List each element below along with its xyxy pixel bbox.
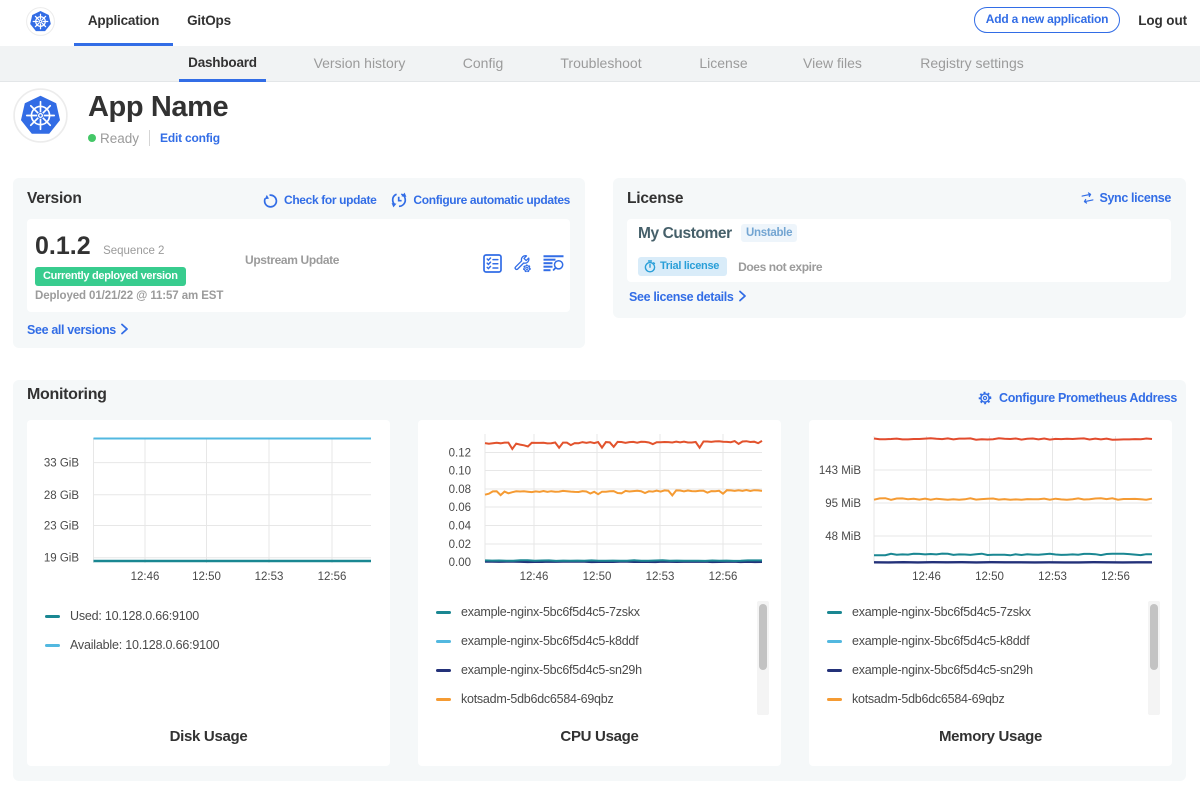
svg-text:12:53: 12:53 <box>255 571 284 583</box>
svg-text:12:53: 12:53 <box>646 571 675 583</box>
svg-text:0.10: 0.10 <box>449 466 471 478</box>
svg-text:12:50: 12:50 <box>583 571 612 583</box>
svg-text:28 GiB: 28 GiB <box>44 490 79 502</box>
svg-text:0.12: 0.12 <box>449 448 471 460</box>
svg-text:12:56: 12:56 <box>709 571 738 583</box>
svg-text:12:50: 12:50 <box>192 571 221 583</box>
svg-text:12:53: 12:53 <box>1038 571 1067 583</box>
svg-text:0.00: 0.00 <box>449 557 471 569</box>
svg-text:48 MiB: 48 MiB <box>825 531 861 543</box>
svg-text:12:46: 12:46 <box>520 571 549 583</box>
svg-text:33 GiB: 33 GiB <box>44 458 79 470</box>
svg-text:23 GiB: 23 GiB <box>44 521 79 533</box>
svg-text:12:56: 12:56 <box>1101 571 1130 583</box>
svg-text:0.02: 0.02 <box>449 539 471 551</box>
svg-text:12:46: 12:46 <box>131 571 160 583</box>
svg-text:0.06: 0.06 <box>449 502 471 514</box>
svg-text:12:56: 12:56 <box>318 571 347 583</box>
svg-text:12:50: 12:50 <box>975 571 1004 583</box>
svg-text:12:46: 12:46 <box>912 571 941 583</box>
svg-text:143 MiB: 143 MiB <box>819 465 862 477</box>
svg-text:0.08: 0.08 <box>449 484 471 496</box>
svg-text:0.04: 0.04 <box>449 521 472 533</box>
svg-text:95 MiB: 95 MiB <box>825 498 861 510</box>
svg-text:19 GiB: 19 GiB <box>44 553 79 565</box>
